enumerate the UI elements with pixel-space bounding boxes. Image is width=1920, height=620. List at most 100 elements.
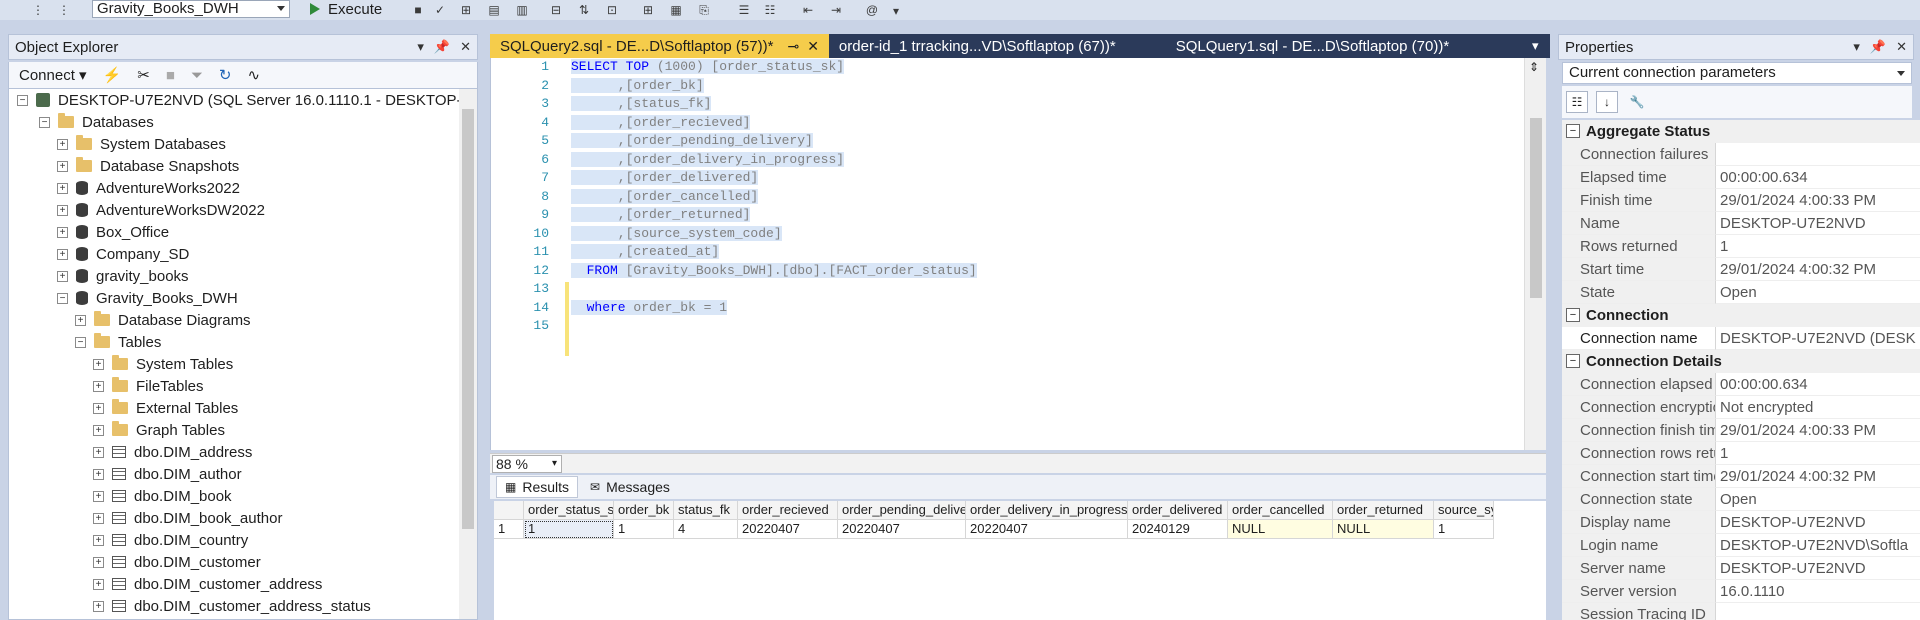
expand-icon[interactable]: + [57,204,68,216]
grid-cell[interactable]: 1 [614,520,674,539]
expand-icon[interactable]: + [93,380,104,392]
tab-messages[interactable]: ✉ Messages [582,476,678,498]
tree-node[interactable]: + dbo.DIM_country [93,529,248,551]
toolbar-overflow-icon[interactable]: ▾ [888,4,904,18]
save-results-icon[interactable]: ⎘ [696,3,712,17]
grid-cell[interactable]: 1 [524,520,614,539]
connect-object-icon[interactable]: ⚡ [103,66,122,84]
tree-node[interactable]: − Gravity_Books_DWH [57,287,238,309]
property-row[interactable]: Connection name DESKTOP-U7E2NVD (DESK [1562,327,1920,350]
column-header[interactable]: order_pending_delivery [838,501,966,520]
column-header[interactable]: order_cancelled [1228,501,1333,520]
tree-node[interactable]: + dbo.DIM_book_author [93,507,282,529]
tree-node[interactable]: + dbo.DIM_book [93,485,232,507]
uncomment-icon[interactable]: ☷ [762,3,778,17]
grid-cell[interactable]: 20220407 [838,520,966,539]
expand-icon[interactable]: + [93,512,104,524]
property-row[interactable]: Connection failures [1562,143,1920,166]
property-row[interactable]: Connection state Open [1562,488,1920,511]
tree-node[interactable]: + Graph Tables [93,419,225,441]
indent-icon[interactable]: ⇥ [828,3,844,17]
property-category[interactable]: − Connection Details [1562,350,1920,373]
tab-query-2[interactable]: order-id_1 trracking...VD\Softlaptop (67… [829,34,1126,58]
tree-node[interactable]: + Box_Office [57,221,169,243]
client-stats-icon[interactable]: ⊡ [604,3,620,17]
editor-scrollbar[interactable]: ⇕ [1524,58,1546,450]
expand-icon[interactable]: + [57,182,68,194]
tree-node[interactable]: + dbo.DIM_customer_address_status [93,595,371,617]
property-row[interactable]: Connection start time 29/01/2024 4:00:32 … [1562,465,1920,488]
tree-node[interactable]: + dbo.DIM_customer_address [93,573,322,595]
tree-node[interactable]: + dbo.DIM_address [93,441,252,463]
property-row[interactable]: Elapsed time 00:00:00.634 [1562,166,1920,189]
expand-icon[interactable]: + [93,468,104,480]
property-row[interactable]: Rows returned 1 [1562,235,1920,258]
stop-icon[interactable]: ■ [410,3,426,17]
tree-node[interactable]: + Database Diagrams [75,309,251,331]
tree-node[interactable]: + System Tables [93,353,233,375]
stop-icon[interactable]: ■ [166,67,175,84]
execute-button[interactable]: Execute [310,0,382,18]
column-header[interactable]: order_bk [614,501,674,520]
column-header[interactable]: order_delivered [1128,501,1228,520]
refresh-icon[interactable]: ↻ [219,66,232,84]
filter-icon[interactable]: ⏷ [191,67,203,84]
property-row[interactable]: Connection finish time 29/01/2024 4:00:33… [1562,419,1920,442]
alphabetical-icon[interactable]: ↓ [1596,91,1618,113]
property-row[interactable]: State Open [1562,281,1920,304]
tab-overflow-icon[interactable]: ▾ [1532,38,1539,54]
column-header[interactable]: status_fk [674,501,738,520]
expand-icon[interactable]: + [57,248,68,260]
property-row[interactable]: Connection rows retur 1 [1562,442,1920,465]
results-to-grid-icon[interactable]: ▥ [514,3,530,17]
column-header[interactable]: source_sys [1434,501,1494,520]
property-row[interactable]: Session Tracing ID [1562,603,1920,620]
property-category[interactable]: − Aggregate Status [1562,120,1920,143]
collapse-icon[interactable]: − [17,94,28,106]
expand-icon[interactable]: + [93,358,104,370]
column-header[interactable] [494,501,524,520]
expand-icon[interactable]: + [93,578,104,590]
tree-node[interactable]: + Database Snapshots [57,155,239,177]
specify-values-icon[interactable]: @ [864,3,880,17]
property-category[interactable]: − Connection [1562,304,1920,327]
close-icon[interactable]: ✕ [460,39,471,55]
tree-node[interactable]: + External Tables [93,397,238,419]
include-plan-icon[interactable]: ⊟ [548,3,564,17]
expand-icon[interactable]: + [75,314,86,326]
collapse-icon[interactable]: − [57,292,68,304]
live-stats-icon[interactable]: ⇅ [576,3,592,17]
tab-results[interactable]: ▦ Results [496,476,579,498]
collapse-icon[interactable]: − [1566,124,1580,138]
tab-query-3[interactable]: SQLQuery1.sql - DE...D\Softlaptop (70))* [1166,34,1459,58]
connect-button[interactable]: Connect ▾ [19,66,87,84]
grid-cell[interactable]: 20240129 [1128,520,1228,539]
tree-node[interactable]: − Tables [75,331,161,353]
pin-icon[interactable]: 📌 [1870,39,1886,55]
expand-icon[interactable]: + [93,402,104,414]
expand-icon[interactable]: + [93,424,104,436]
expand-icon[interactable]: + [93,556,104,568]
toolbar-options-icon[interactable]: ⋮ [56,3,72,17]
property-row[interactable]: Display name DESKTOP-U7E2NVD [1562,511,1920,534]
tree-node[interactable]: + AdventureWorks2022 [57,177,240,199]
properties-object-selector[interactable]: Current connection parameters [1562,62,1912,84]
collapse-icon[interactable]: − [75,336,86,348]
property-row[interactable]: Server version 16.0.1110 [1562,580,1920,603]
property-row[interactable]: Name DESKTOP-U7E2NVD [1562,212,1920,235]
pin-icon[interactable]: 📌 [434,39,450,55]
grid-cell[interactable]: 4 [674,520,738,539]
expand-icon[interactable]: + [93,490,104,502]
dropdown-icon[interactable]: ▾ [1853,39,1860,55]
grid-cell[interactable]: NULL [1333,520,1434,539]
grid-cell[interactable]: NULL [1228,520,1333,539]
collapse-icon[interactable]: − [39,116,50,128]
grid-cell[interactable]: 20220407 [738,520,838,539]
expand-icon[interactable]: + [93,534,104,546]
close-icon[interactable]: ✕ [807,38,819,55]
tree-node[interactable]: + System Databases [57,133,226,155]
dropdown-icon[interactable]: ▾ [417,39,424,55]
categorized-icon[interactable]: ☷ [1566,91,1588,113]
expand-icon[interactable]: + [93,600,104,612]
tree-scrollbar[interactable] [459,89,477,619]
